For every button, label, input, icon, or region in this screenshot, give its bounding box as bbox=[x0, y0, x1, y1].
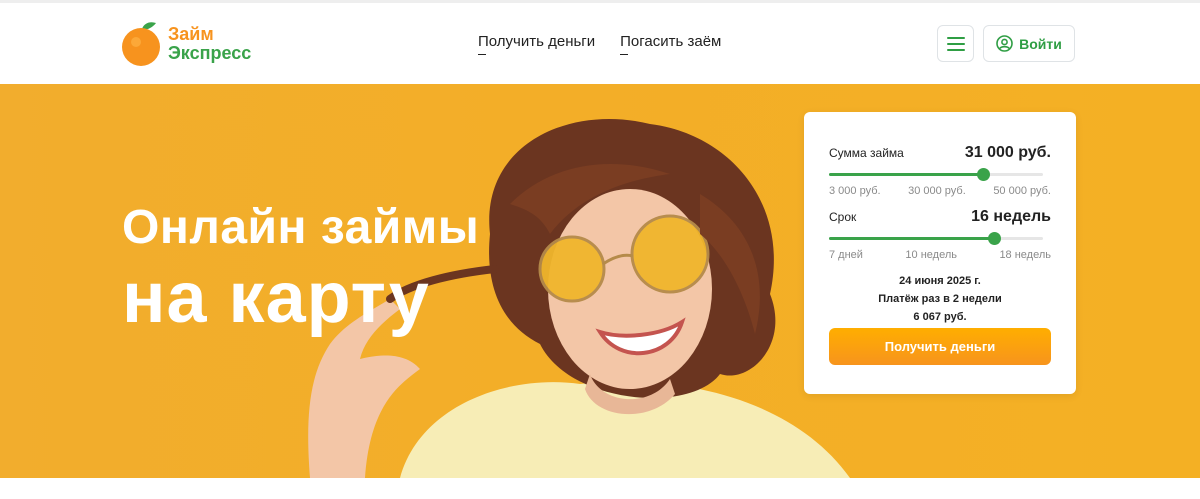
amount-tick-max: 50 000 руб. bbox=[993, 185, 1051, 197]
menu-button[interactable] bbox=[937, 25, 974, 62]
summary-date: 24 июня 2025 г. bbox=[899, 275, 981, 287]
login-button[interactable]: Войти bbox=[983, 25, 1075, 62]
amount-slider-handle[interactable] bbox=[977, 168, 990, 181]
login-label: Войти bbox=[1019, 35, 1062, 52]
nav-get-money[interactable]: Получить деньги bbox=[478, 33, 595, 55]
hamburger-icon bbox=[946, 36, 965, 51]
term-value: 16 недель bbox=[971, 208, 1051, 225]
brand-name: Займ Экспресс bbox=[168, 25, 251, 63]
user-circle-icon bbox=[996, 35, 1013, 52]
nav-repay-loan[interactable]: Погасить заём bbox=[620, 33, 721, 55]
orange-icon bbox=[122, 22, 162, 67]
hero-title-line1: Онлайн займы bbox=[122, 201, 480, 254]
term-row: Срок 16 недель 7 дней 10 недель 18 недел… bbox=[829, 208, 1051, 261]
payment-summary: 24 июня 2025 г. Платёж раз в 2 недели 6 … bbox=[804, 272, 1076, 326]
amount-tick-mid: 30 000 руб. bbox=[908, 185, 966, 197]
term-tick-mid: 10 недель bbox=[905, 249, 957, 261]
amount-slider[interactable] bbox=[829, 168, 1051, 181]
brand-line2: Экспресс bbox=[168, 43, 252, 63]
term-fill bbox=[829, 237, 994, 240]
term-slider-handle[interactable] bbox=[988, 232, 1001, 245]
main-nav: Получить деньги Погасить заём bbox=[478, 33, 721, 55]
loan-calculator: Сумма займа 31 000 руб. 3 000 руб. 30 00… bbox=[804, 112, 1076, 394]
term-slider[interactable] bbox=[829, 232, 1051, 245]
site-header: Займ Экспресс Получить деньги Погасить з… bbox=[0, 3, 1200, 84]
amount-tick-min: 3 000 руб. bbox=[829, 185, 881, 197]
term-tick-max: 18 недель bbox=[999, 249, 1051, 261]
amount-fill bbox=[829, 173, 983, 176]
hero-title: Онлайн займы на карту bbox=[122, 200, 479, 340]
term-tick-min: 7 дней bbox=[829, 249, 863, 261]
hero-title-line2: на карту bbox=[122, 258, 430, 338]
brand-line1: Займ bbox=[168, 24, 214, 44]
amount-label: Сумма займа bbox=[829, 146, 904, 160]
term-label: Срок bbox=[829, 210, 857, 224]
get-money-button[interactable]: Получить деньги bbox=[829, 328, 1051, 365]
amount-row: Сумма займа 31 000 руб. 3 000 руб. 30 00… bbox=[829, 144, 1051, 197]
summary-schedule: Платёж раз в 2 недели bbox=[878, 293, 1002, 305]
brand-logo[interactable]: Займ Экспресс bbox=[122, 17, 251, 71]
summary-payment: 6 067 руб. bbox=[913, 311, 967, 323]
amount-value: 31 000 руб. bbox=[964, 144, 1051, 161]
